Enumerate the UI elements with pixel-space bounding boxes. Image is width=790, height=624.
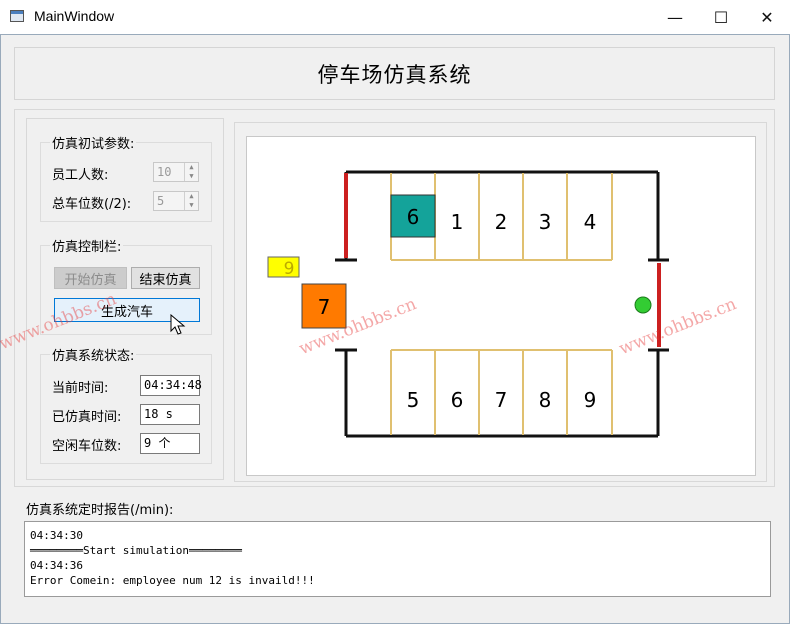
exit-light-icon — [634, 296, 652, 314]
slots-value: 5 — [157, 194, 165, 208]
parking-lot-canvas: 6 1 2 3 4 5 6 7 8 9 9 7 — [246, 136, 756, 476]
current-time-label: 当前时间: — [52, 381, 109, 396]
slot-number: 8 — [539, 388, 552, 412]
entering-car-number: 7 — [318, 295, 331, 319]
elapsed-time-field: 18 s — [140, 404, 200, 425]
free-slots-field: 9 个 — [140, 433, 200, 454]
slot-number: 3 — [539, 210, 552, 234]
queued-car-number: 9 — [284, 259, 295, 279]
app-window-icon — [10, 10, 24, 22]
staff-label: 员工人数: — [52, 168, 109, 183]
report-line: 04:34:30 — [30, 529, 83, 542]
control-group-title: 仿真控制栏: — [50, 236, 124, 255]
params-group-title: 仿真初试参数: — [50, 133, 137, 152]
stop-simulation-button[interactable]: 结束仿真 — [131, 267, 200, 289]
spin-arrows-icon[interactable]: ▲ ▼ — [184, 163, 198, 181]
slots-label: 总车位数(/2): — [52, 197, 132, 212]
page-title: 停车场仿真系统 — [317, 62, 472, 87]
minimize-button[interactable]: — — [652, 0, 698, 34]
free-slots-label: 空闲车位数: — [52, 439, 122, 454]
report-line: ════════Start simulation════════ — [30, 544, 242, 557]
current-time-field: 04:34:48 — [140, 375, 202, 396]
parked-car-number: 6 — [407, 205, 420, 229]
parking-lot-drawing: 6 1 2 3 4 5 6 7 8 9 9 7 — [267, 170, 669, 438]
minimize-icon: — — [667, 7, 683, 27]
slot-number: 7 — [495, 388, 508, 412]
report-log[interactable]: 04:34:30 ════════Start simulation═══════… — [24, 521, 771, 597]
close-icon: ✕ — [760, 7, 774, 27]
slot-number: 2 — [495, 210, 508, 234]
start-simulation-button[interactable]: 开始仿真 — [54, 267, 127, 289]
maximize-button[interactable]: ☐ — [698, 0, 744, 34]
report-line: Error Comein: employee num 12 is invaild… — [30, 574, 315, 587]
slots-spinbox[interactable]: 5 ▲ ▼ — [153, 191, 199, 211]
slot-number: 1 — [451, 210, 464, 234]
elapsed-time-label: 已仿真时间: — [52, 410, 122, 425]
spin-arrows-icon[interactable]: ▲ ▼ — [184, 192, 198, 210]
status-group-title: 仿真系统状态: — [50, 345, 137, 364]
slot-number: 5 — [407, 388, 420, 412]
staff-value: 10 — [157, 165, 172, 179]
staff-spinbox[interactable]: 10 ▲ ▼ — [153, 162, 199, 182]
report-line: 04:34:36 — [30, 559, 83, 572]
mouse-cursor-icon — [170, 314, 186, 335]
report-title: 仿真系统定时报告(/min): — [26, 503, 174, 518]
window-title: MainWindow — [34, 8, 115, 24]
slot-number: 4 — [584, 210, 597, 234]
slot-number: 9 — [584, 388, 597, 412]
slot-number: 6 — [451, 388, 464, 412]
maximize-icon: ☐ — [713, 7, 729, 27]
close-button[interactable]: ✕ — [744, 0, 790, 34]
